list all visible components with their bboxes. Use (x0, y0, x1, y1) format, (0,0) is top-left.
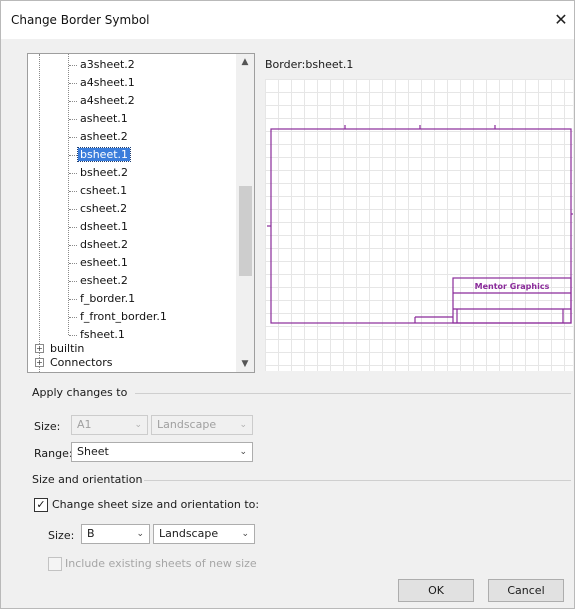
tree-connector (69, 191, 77, 192)
tree-item[interactable]: bsheet.1 (76, 146, 132, 163)
tree-item-label: esheet.1 (80, 256, 128, 269)
border-preview: Mentor Graphics (265, 79, 575, 371)
symbol-tree[interactable]: ▲ ▼ a3sheet.2 a4sheet.1 a4sheet.2 asheet.1 a… (27, 53, 255, 373)
tree-item-label: asheet.2 (80, 130, 128, 143)
tree-item[interactable]: dsheet.1 (78, 218, 130, 235)
scroll-up-icon[interactable]: ▲ (236, 54, 254, 70)
apply-orientation-value: Landscape (157, 418, 217, 431)
tree-connector (69, 335, 77, 336)
tree-item-label: bsheet.2 (80, 166, 129, 179)
tree-item[interactable]: f_front_border.1 (78, 308, 169, 325)
scroll-thumb[interactable] (239, 186, 252, 276)
tree-connector (69, 83, 77, 84)
include-existing-label: Include existing sheets of new size (65, 557, 257, 570)
change-border-dialog: Change Border Symbol ✕ ▲ ▼ a3sheet.2 a4sh… (0, 0, 575, 609)
tree-connector (69, 173, 77, 174)
chevron-down-icon: ⌄ (241, 529, 249, 539)
tree-item[interactable]: esheet.1 (78, 254, 130, 271)
border-drawing: Mentor Graphics (267, 125, 575, 324)
tree-item-label: dsheet.2 (80, 238, 129, 251)
expand-icon[interactable]: + (35, 344, 44, 353)
tree-connector (69, 245, 77, 246)
tree-item-label: a3sheet.2 (80, 58, 135, 71)
new-size-label: Size: (48, 529, 75, 542)
tree-connector (69, 65, 77, 66)
change-size-checkbox[interactable]: ✓ (34, 498, 48, 512)
tree-item-label: f_front_border.1 (80, 310, 167, 323)
tree-connector (69, 155, 77, 156)
tree-item[interactable]: asheet.1 (78, 110, 130, 127)
range-select[interactable]: Sheet ⌄ (71, 442, 253, 462)
expand-icon[interactable]: + (35, 358, 44, 367)
tree-group-label: Connectors (50, 356, 113, 369)
tree-connector (69, 209, 77, 210)
range-value: Sheet (77, 445, 109, 458)
tree-item[interactable]: a4sheet.2 (78, 92, 137, 109)
tree-item-label: f_border.1 (80, 292, 136, 305)
chevron-down-icon: ⌄ (239, 420, 247, 430)
range-label: Range: (34, 447, 73, 460)
tree-item-label: dsheet.1 (80, 220, 129, 233)
tree-group[interactable]: Connectors (48, 354, 114, 371)
tree-item[interactable]: a4sheet.1 (78, 74, 137, 91)
ok-button[interactable]: OK (398, 579, 474, 602)
tree-connector (69, 263, 77, 264)
tree-item[interactable]: dsheet.2 (78, 236, 130, 253)
new-orientation-select[interactable]: Landscape ⌄ (153, 524, 255, 544)
tree-item-label: bsheet.1 (76, 147, 132, 162)
tree-item[interactable]: csheet.1 (78, 182, 129, 199)
chevron-down-icon: ⌄ (239, 447, 247, 457)
apply-size-select: A1 ⌄ (71, 415, 148, 435)
apply-group-title: Apply changes to (32, 386, 128, 399)
new-size-value: B (87, 527, 95, 540)
title-block-logo: Mentor Graphics (475, 282, 550, 291)
tree-item-label: csheet.2 (80, 202, 128, 215)
tree-item-label: esheet.2 (80, 274, 128, 287)
tree-connector (69, 317, 77, 318)
chevron-down-icon: ⌄ (134, 420, 142, 430)
sheet-outline (270, 128, 572, 324)
apply-size-value: A1 (77, 418, 92, 431)
tree-connector (39, 54, 40, 372)
tree-scrollbar[interactable]: ▲ ▼ (236, 54, 254, 372)
tree-connector (69, 281, 77, 282)
change-size-label: Change sheet size and orientation to: (52, 498, 260, 511)
scroll-down-icon[interactable]: ▼ (236, 356, 254, 372)
tree-connector (69, 137, 77, 138)
new-orientation-value: Landscape (159, 527, 219, 540)
apply-group-divider (135, 393, 571, 394)
tree-item[interactable]: asheet.2 (78, 128, 130, 145)
dialog-title: Change Border Symbol (11, 13, 150, 27)
tree-item[interactable]: esheet.2 (78, 272, 130, 289)
close-icon[interactable]: ✕ (550, 9, 572, 31)
tree-item-label: a4sheet.1 (80, 76, 135, 89)
tree-item-label: csheet.1 (80, 184, 128, 197)
size-group-divider (144, 480, 571, 481)
tree-connector (68, 54, 69, 335)
cancel-button[interactable]: Cancel (488, 579, 564, 602)
tree-item[interactable]: f_border.1 (78, 290, 137, 307)
tree-connector (69, 227, 77, 228)
apply-size-label: Size: (34, 420, 61, 433)
tree-item[interactable]: csheet.2 (78, 200, 129, 217)
check-icon: ✓ (36, 498, 46, 511)
tree-connector (69, 299, 77, 300)
tree-connector (69, 101, 77, 102)
chevron-down-icon: ⌄ (136, 529, 144, 539)
preview-label: Border:bsheet.1 (265, 58, 354, 71)
size-group-title: Size and orientation (32, 473, 143, 486)
tree-item[interactable]: a3sheet.2 (78, 56, 137, 73)
new-size-select[interactable]: B ⌄ (81, 524, 150, 544)
tree-item[interactable]: bsheet.2 (78, 164, 130, 181)
tree-item-label: asheet.1 (80, 112, 128, 125)
tree-item-label: a4sheet.2 (80, 94, 135, 107)
apply-orientation-select: Landscape ⌄ (151, 415, 253, 435)
include-existing-checkbox (48, 557, 62, 571)
tree-connector (69, 119, 77, 120)
title-bar: Change Border Symbol ✕ (1, 1, 574, 39)
